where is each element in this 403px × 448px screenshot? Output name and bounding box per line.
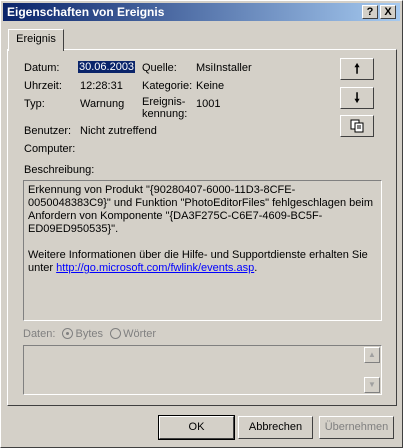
window-title: Eigenschaften von Ereignis — [7, 5, 165, 19]
kategorie-value: Keine — [196, 80, 225, 92]
datum-value[interactable]: 30.06.2003 — [78, 61, 136, 73]
typ-label: Typ: — [24, 98, 45, 110]
daten-label: Daten: — [23, 328, 56, 340]
datum-label: Datum: — [24, 62, 60, 74]
kennung-label-2: kennung: — [142, 108, 188, 120]
kennung-label-1: Ereignis- — [142, 96, 186, 108]
ok-button[interactable]: OK — [158, 415, 235, 440]
title-bar[interactable]: Eigenschaften von Ereignis ? X — [3, 3, 400, 21]
up-arrow-icon: 🠕 — [354, 61, 360, 76]
bytes-radio[interactable] — [62, 328, 74, 339]
datum-value-text: 30.06.2003 — [78, 61, 136, 73]
quelle-value: MsiInstaller — [196, 62, 252, 74]
close-button[interactable]: X — [380, 5, 396, 19]
woerter-label: Wörter — [123, 328, 157, 340]
down-arrow-icon: 🠗 — [354, 90, 360, 105]
kategorie-label: Kategorie: — [142, 80, 193, 92]
description-more-info: Weitere Informationen über die Hilfe- un… — [28, 249, 377, 275]
data-box[interactable]: ▲ ▼ — [23, 345, 382, 395]
cancel-button[interactable]: Abbrechen — [238, 416, 313, 439]
typ-value: Warnung — [80, 98, 125, 110]
next-event-button[interactable]: 🠗 — [340, 87, 374, 109]
benutzer-label: Benutzer: — [24, 125, 72, 137]
apply-button[interactable]: Übernehmen — [319, 416, 394, 439]
quelle-label: Quelle: — [142, 62, 177, 74]
description-box[interactable]: Erkennung von Produkt "{90280407-6000-11… — [23, 180, 382, 321]
previous-event-button[interactable]: 🠕 — [340, 58, 374, 80]
copy-icon — [350, 119, 364, 133]
copy-button[interactable] — [340, 115, 374, 137]
benutzer-value: Nicht zutreffend — [80, 125, 157, 137]
help-link[interactable]: http://go.microsoft.com/fwlink/events.as… — [56, 262, 254, 274]
scroll-down-button[interactable]: ▼ — [364, 377, 380, 393]
bytes-label: Bytes — [75, 328, 103, 340]
scroll-up-icon: ▲ — [368, 350, 376, 359]
uhrzeit-value: 12:28:31 — [80, 80, 123, 92]
computer-label: Computer: — [24, 143, 76, 155]
description-text: Erkennung von Produkt "{90280407-6000-11… — [28, 184, 374, 235]
kennung-value: 1001 — [196, 98, 221, 110]
scroll-down-icon: ▼ — [368, 380, 376, 389]
dialog-window: Eigenschaften von Ereignis ? X Ereignis … — [0, 0, 403, 448]
uhrzeit-label: Uhrzeit: — [24, 80, 62, 92]
more-info-suffix: . — [254, 262, 258, 274]
scroll-up-button[interactable]: ▲ — [364, 347, 380, 363]
tab-ereignis[interactable]: Ereignis — [8, 29, 64, 51]
beschreibung-label: Beschreibung: — [24, 164, 95, 176]
woerter-radio[interactable] — [110, 328, 122, 339]
data-format-row: Daten: Bytes Wörter — [23, 328, 156, 340]
help-button[interactable]: ? — [362, 5, 378, 19]
